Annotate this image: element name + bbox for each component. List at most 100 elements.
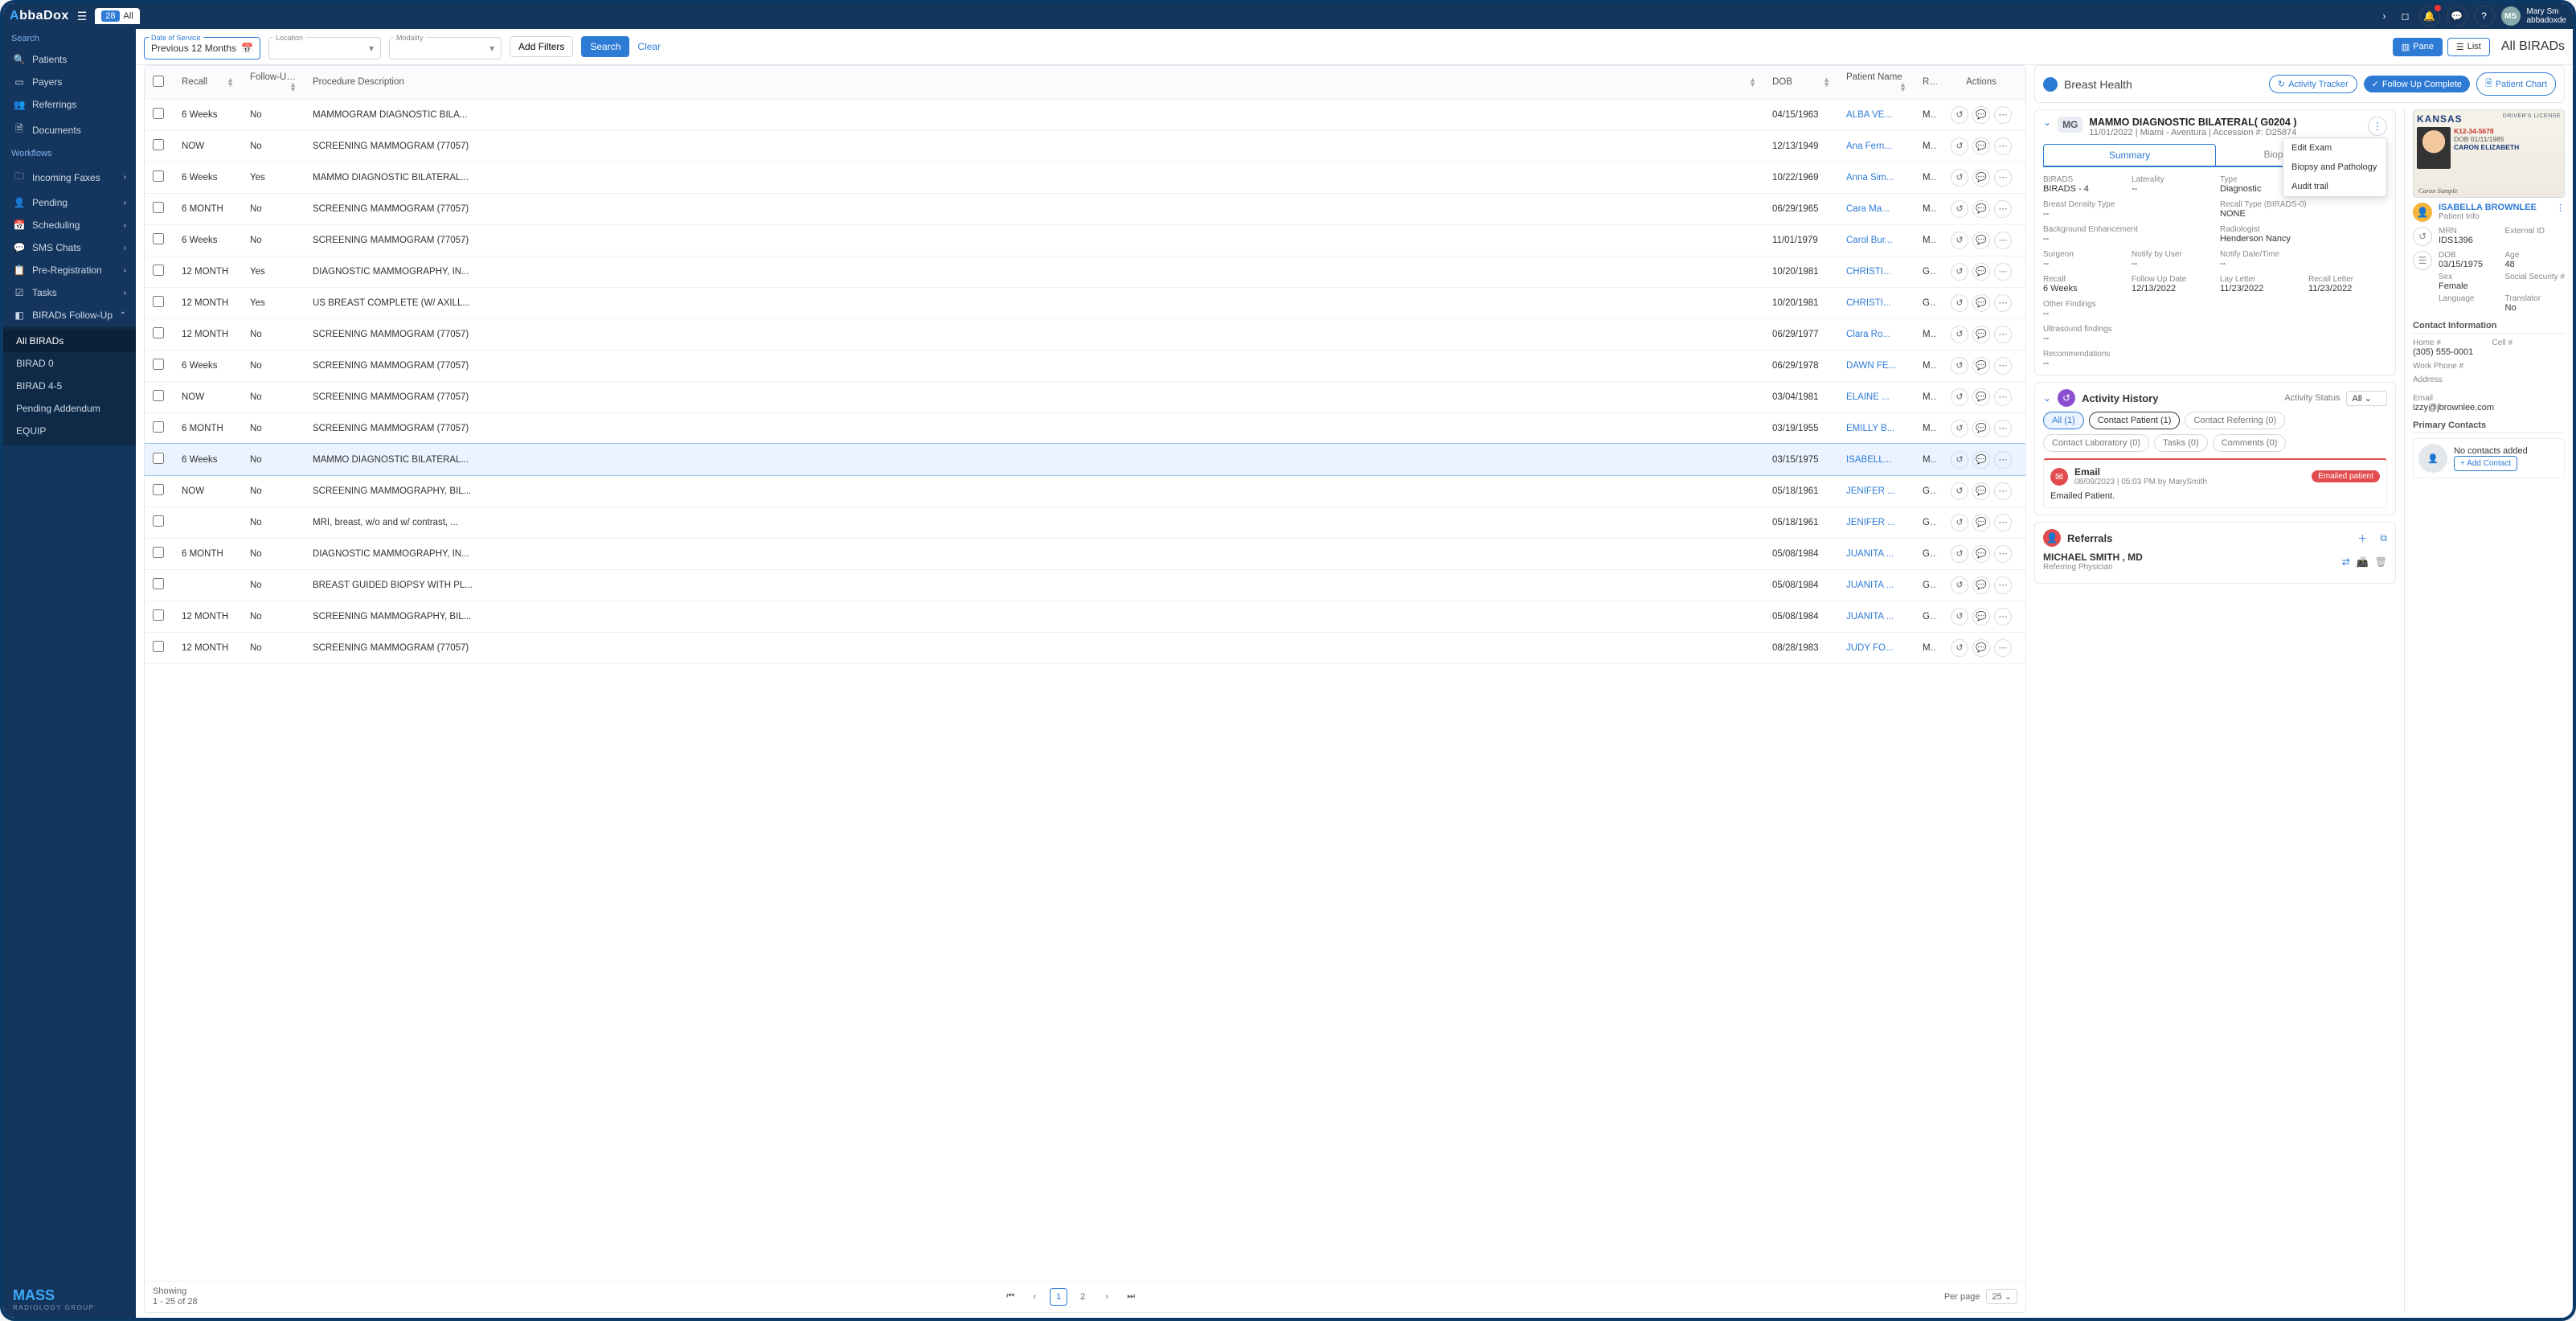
row-checkbox[interactable] [153, 421, 164, 433]
patient-name-link[interactable]: DAWN FE... [1838, 350, 1915, 381]
sidebar-sub-birad0[interactable]: BIRAD 0 [3, 352, 136, 375]
table-row[interactable]: NOWNoSCREENING MAMMOGRAPHY, BIL...05/18/… [145, 475, 2025, 507]
more-action-icon[interactable]: ⋯ [1994, 420, 2012, 437]
history-action-icon[interactable]: ↺ [1951, 639, 1968, 657]
more-action-icon[interactable]: ⋯ [1994, 326, 2012, 343]
table-row[interactable]: 12 MONTHYesUS BREAST COMPLETE (W/ AXILL.… [145, 287, 2025, 318]
patient-more-icon[interactable]: ⋮ [2556, 203, 2565, 222]
chat-action-icon[interactable]: 💬 [1972, 608, 1990, 626]
col-checkbox[interactable] [145, 66, 174, 99]
chat-action-icon[interactable]: 💬 [1972, 482, 1990, 500]
row-checkbox[interactable] [153, 202, 164, 213]
open-referrals-icon[interactable]: ⧉ [2380, 532, 2387, 544]
col-name[interactable]: Patient Name▲▼ [1838, 66, 1915, 99]
menu-biopsy-pathology[interactable]: Biopsy and Pathology [2283, 158, 2386, 177]
fax-referral-icon[interactable]: 📠 [2357, 556, 2369, 568]
sidebar-sub-pending-add[interactable]: Pending Addendum [3, 397, 136, 420]
sidebar-sub-all-birads[interactable]: All BIRADs [3, 330, 136, 352]
menu-edit-exam[interactable]: Edit Exam [2283, 138, 2386, 158]
row-checkbox[interactable] [153, 578, 164, 589]
sidebar-item-prereg[interactable]: 📋Pre-Registration› [3, 259, 136, 281]
chat-action-icon[interactable]: 💬 [1972, 420, 1990, 437]
table-row[interactable]: 6 MONTHNoSCREENING MAMMOGRAM (77057)06/2… [145, 193, 2025, 224]
table-row[interactable]: NoMRI, breast, w/o and w/ contrast, ...0… [145, 507, 2025, 538]
more-action-icon[interactable]: ⋯ [1994, 200, 2012, 218]
history-action-icon[interactable]: ↺ [1951, 326, 1968, 343]
col-recall[interactable]: Recall▲▼ [174, 66, 242, 99]
more-action-icon[interactable]: ⋯ [1994, 545, 2012, 563]
add-filters-button[interactable]: Add Filters [510, 36, 573, 57]
more-action-icon[interactable]: ⋯ [1994, 451, 2012, 469]
table-row[interactable]: 6 WeeksNoSCREENING MAMMOGRAM (77057)11/0… [145, 224, 2025, 256]
page-prev-button[interactable]: ‹ [1026, 1288, 1043, 1306]
more-action-icon[interactable]: ⋯ [1994, 388, 2012, 406]
patient-name-link[interactable]: Cara Ma... [1838, 193, 1915, 224]
activity-tracker-button[interactable]: ↻ Activity Tracker [2269, 75, 2357, 93]
table-row[interactable]: 6 MONTHNoSCREENING MAMMOGRAM (77057)03/1… [145, 412, 2025, 444]
page-2-button[interactable]: 2 [1074, 1288, 1091, 1306]
patient-name-link[interactable]: ALBA VE... [1838, 99, 1915, 130]
chip-all[interactable]: All (1) [2043, 412, 2084, 429]
swap-icon[interactable]: ⇄ [2342, 556, 2350, 568]
chat-action-icon[interactable]: 💬 [1972, 294, 1990, 312]
per-page-select[interactable]: 25 ⌄ [1986, 1289, 2017, 1304]
row-checkbox[interactable] [153, 327, 164, 338]
sidebar-item-tasks[interactable]: ☑Tasks› [3, 281, 136, 304]
history-action-icon[interactable]: ↺ [1951, 263, 1968, 281]
pane-view-button[interactable]: ▥Pane [2393, 38, 2443, 56]
patient-name-link[interactable]: ISABELLA BROWNLEE [2439, 203, 2537, 212]
page-next-button[interactable]: › [1098, 1288, 1116, 1306]
patient-name-link[interactable]: Ana Fern... [1838, 130, 1915, 162]
patient-name-link[interactable]: CHRISTI... [1838, 287, 1915, 318]
sidebar-item-faxes[interactable]: 🗀Incoming Faxes› [3, 163, 136, 191]
bell-icon[interactable]: 🔔 [2419, 6, 2440, 27]
more-action-icon[interactable]: ⋯ [1994, 169, 2012, 187]
chat-action-icon[interactable]: 💬 [1972, 263, 1990, 281]
history-action-icon[interactable]: ↺ [1951, 545, 1968, 563]
chat-action-icon[interactable]: 💬 [1972, 232, 1990, 249]
clear-link[interactable]: Clear [637, 41, 661, 52]
row-checkbox[interactable] [153, 170, 164, 182]
row-checkbox[interactable] [153, 453, 164, 464]
col-dob[interactable]: DOB▲▼ [1764, 66, 1838, 99]
table-row[interactable]: NOWNoSCREENING MAMMOGRAM (77057)03/04/19… [145, 381, 2025, 412]
worklist-tab[interactable]: 28 All [95, 8, 139, 24]
search-button[interactable]: Search [581, 36, 629, 57]
tab-summary[interactable]: Summary [2043, 144, 2216, 166]
patient-name-link[interactable]: Carol Bur... [1838, 224, 1915, 256]
more-action-icon[interactable]: ⋯ [1994, 137, 2012, 155]
chip-contact-patient[interactable]: Contact Patient (1) [2089, 412, 2181, 429]
more-action-icon[interactable]: ⋯ [1994, 608, 2012, 626]
table-row[interactable]: 12 MONTHYesDIAGNOSTIC MAMMOGRAPHY, IN...… [145, 256, 2025, 287]
row-checkbox[interactable] [153, 547, 164, 558]
table-row[interactable]: 6 WeeksNoMAMMO DIAGNOSTIC BILATERAL...03… [145, 444, 2025, 475]
history-action-icon[interactable]: ↺ [1951, 608, 1968, 626]
followup-complete-button[interactable]: ✓ Follow Up Complete [2364, 76, 2470, 92]
history-action-icon[interactable]: ↺ [1951, 482, 1968, 500]
add-referral-button[interactable]: ＋ [2357, 531, 2367, 545]
chat-action-icon[interactable]: 💬 [1972, 514, 1990, 531]
col-fup[interactable]: Follow-Up Completed?▲▼ [242, 66, 305, 99]
table-row[interactable]: 12 MONTHNoSCREENING MAMMOGRAM (77057)06/… [145, 318, 2025, 350]
row-checkbox[interactable] [153, 108, 164, 119]
row-checkbox[interactable] [153, 296, 164, 307]
patient-name-link[interactable]: Anna Sim... [1838, 162, 1915, 193]
patient-name-link[interactable]: JENIFER ... [1838, 507, 1915, 538]
more-action-icon[interactable]: ⋯ [1994, 639, 2012, 657]
chip-comments[interactable]: Comments (0) [2213, 434, 2287, 452]
chat-action-icon[interactable]: 💬 [1972, 639, 1990, 657]
patient-name-link[interactable]: ELAINE ... [1838, 381, 1915, 412]
row-checkbox[interactable] [153, 390, 164, 401]
col-proc[interactable]: Procedure Description▲▼ [305, 66, 1764, 99]
user-avatar[interactable]: MS [2501, 6, 2521, 26]
chat-action-icon[interactable]: 💬 [1972, 106, 1990, 124]
chat-action-icon[interactable]: 💬 [1972, 357, 1990, 375]
sidebar-item-pending[interactable]: 👤Pending› [3, 191, 136, 214]
patient-name-link[interactable]: CHRISTI... [1838, 256, 1915, 287]
table-row[interactable]: 6 WeeksNoSCREENING MAMMOGRAM (77057)06/2… [145, 350, 2025, 381]
table-row[interactable]: NOWNoSCREENING MAMMOGRAM (77057)12/13/19… [145, 130, 2025, 162]
menu-toggle-icon[interactable]: ☰ [77, 10, 88, 23]
page-1-button[interactable]: 1 [1050, 1288, 1067, 1306]
chevron-right-icon[interactable]: › [2377, 6, 2392, 27]
sidebar-item-sms[interactable]: 💬SMS Chats› [3, 236, 136, 259]
